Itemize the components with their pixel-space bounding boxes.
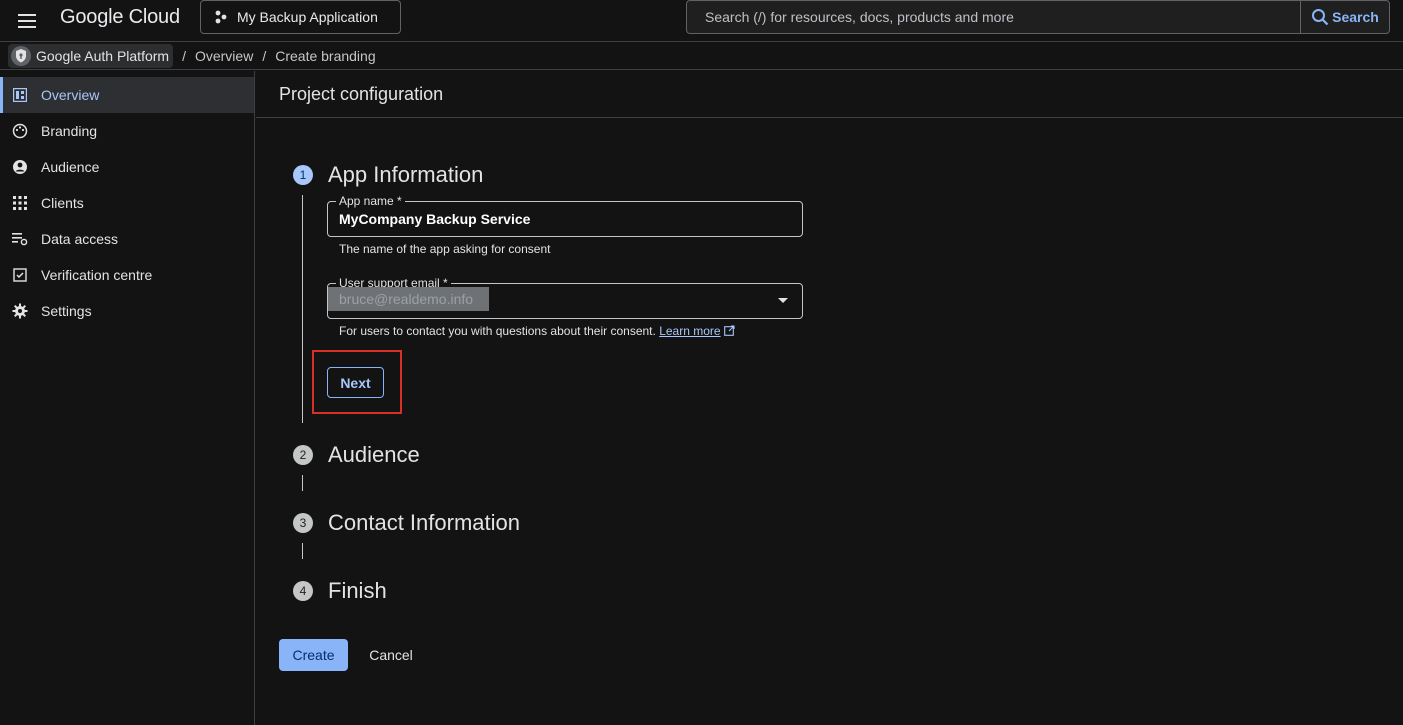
learn-more-link[interactable]: Learn more bbox=[659, 324, 720, 338]
shield-lock-icon bbox=[11, 45, 31, 66]
breadcrumb-separator: / bbox=[182, 47, 186, 64]
step-title: Audience bbox=[328, 442, 420, 467]
step-number: 2 bbox=[293, 445, 313, 465]
page-title: Project configuration bbox=[256, 71, 1403, 118]
support-email-hint-text: For users to contact you with questions … bbox=[339, 324, 656, 338]
breadcrumb-item-create-branding[interactable]: Create branding bbox=[275, 48, 375, 64]
step-contact-information[interactable]: 3 Contact Information bbox=[293, 508, 520, 538]
sidebar-item-label: Branding bbox=[41, 123, 98, 139]
app-name-field[interactable]: App name * bbox=[327, 194, 803, 237]
verified-icon bbox=[12, 267, 28, 283]
step-connector bbox=[302, 543, 303, 559]
project-picker-button[interactable]: My Backup Application bbox=[200, 0, 401, 34]
create-button[interactable]: Create bbox=[279, 639, 348, 671]
step-title: Finish bbox=[328, 578, 387, 603]
project-name: My Backup Application bbox=[237, 9, 378, 25]
sidebar-item-label: Audience bbox=[41, 159, 100, 175]
step-title: Contact Information bbox=[328, 510, 520, 535]
breadcrumb-separator: / bbox=[262, 47, 267, 64]
dashboard-icon bbox=[12, 87, 28, 103]
step-finish[interactable]: 4 Finish bbox=[293, 576, 387, 606]
app-name-hint: The name of the app asking for consent bbox=[339, 242, 551, 256]
sidebar-item-data-access[interactable]: Data access bbox=[0, 221, 254, 257]
apps-grid-icon bbox=[12, 195, 28, 211]
next-button[interactable]: Next bbox=[327, 367, 384, 398]
breadcrumb-item-auth-platform: Google Auth Platform bbox=[36, 47, 170, 64]
main-content: Project configuration 1 App Information … bbox=[256, 71, 1403, 725]
data-access-icon bbox=[12, 231, 28, 247]
sidebar-item-branding[interactable]: Branding bbox=[0, 113, 254, 149]
account-circle-icon bbox=[12, 159, 28, 175]
step-connector bbox=[302, 475, 303, 491]
step-audience[interactable]: 2 Audience bbox=[293, 440, 420, 470]
step-connector bbox=[302, 195, 303, 423]
breadcrumb-item-overview[interactable]: Overview bbox=[195, 48, 253, 64]
search-icon bbox=[1312, 9, 1329, 26]
cancel-button[interactable]: Cancel bbox=[360, 639, 422, 671]
sidebar-item-label: Clients bbox=[41, 195, 84, 211]
sidebar-item-settings[interactable]: Settings bbox=[0, 293, 254, 329]
google-cloud-logo[interactable]: Google Cloud bbox=[60, 6, 180, 28]
sidebar-item-label: Settings bbox=[41, 303, 92, 319]
top-bar: Google Cloud My Backup Application Searc… bbox=[0, 0, 1403, 42]
step-title: App Information bbox=[328, 162, 484, 187]
gear-icon bbox=[12, 303, 28, 319]
chevron-down-icon bbox=[778, 298, 788, 303]
sidebar-item-label: Data access bbox=[41, 231, 119, 247]
menu-icon[interactable] bbox=[16, 10, 38, 32]
project-icon bbox=[215, 10, 227, 24]
sidebar-item-audience[interactable]: Audience bbox=[0, 149, 254, 185]
app-name-input[interactable] bbox=[339, 211, 779, 227]
search-box[interactable] bbox=[686, 0, 1301, 34]
sidebar-item-verification-centre[interactable]: Verification centre bbox=[0, 257, 254, 293]
step-number: 1 bbox=[293, 165, 313, 185]
breadcrumb: Google Auth Platform / Overview / Create… bbox=[0, 42, 1403, 70]
sidebar-item-clients[interactable]: Clients bbox=[0, 185, 254, 221]
sidebar-item-label: Overview bbox=[41, 87, 100, 103]
sidebar-item-label: Verification centre bbox=[41, 267, 153, 283]
support-email-value: bruce@realdemo.info bbox=[328, 287, 489, 311]
sidebar-item-overview[interactable]: Overview bbox=[0, 77, 254, 113]
sidebar: Overview Branding Audience Clients Data … bbox=[0, 71, 255, 725]
app-name-label: App name * bbox=[336, 194, 405, 208]
search-button[interactable]: Search bbox=[1300, 0, 1390, 34]
step-number: 3 bbox=[293, 513, 313, 533]
support-email-select[interactable]: User support email * bruce@realdemo.info bbox=[327, 276, 803, 319]
step-app-information[interactable]: 1 App Information bbox=[293, 160, 483, 190]
external-link-icon bbox=[724, 325, 735, 336]
step-number: 4 bbox=[293, 581, 313, 601]
support-email-hint: For users to contact you with questions … bbox=[339, 324, 735, 338]
search-button-label: Search bbox=[1332, 9, 1379, 25]
palette-icon bbox=[12, 123, 28, 139]
search-input[interactable] bbox=[705, 9, 1301, 25]
breadcrumb-product[interactable]: Google Auth Platform bbox=[8, 43, 174, 68]
